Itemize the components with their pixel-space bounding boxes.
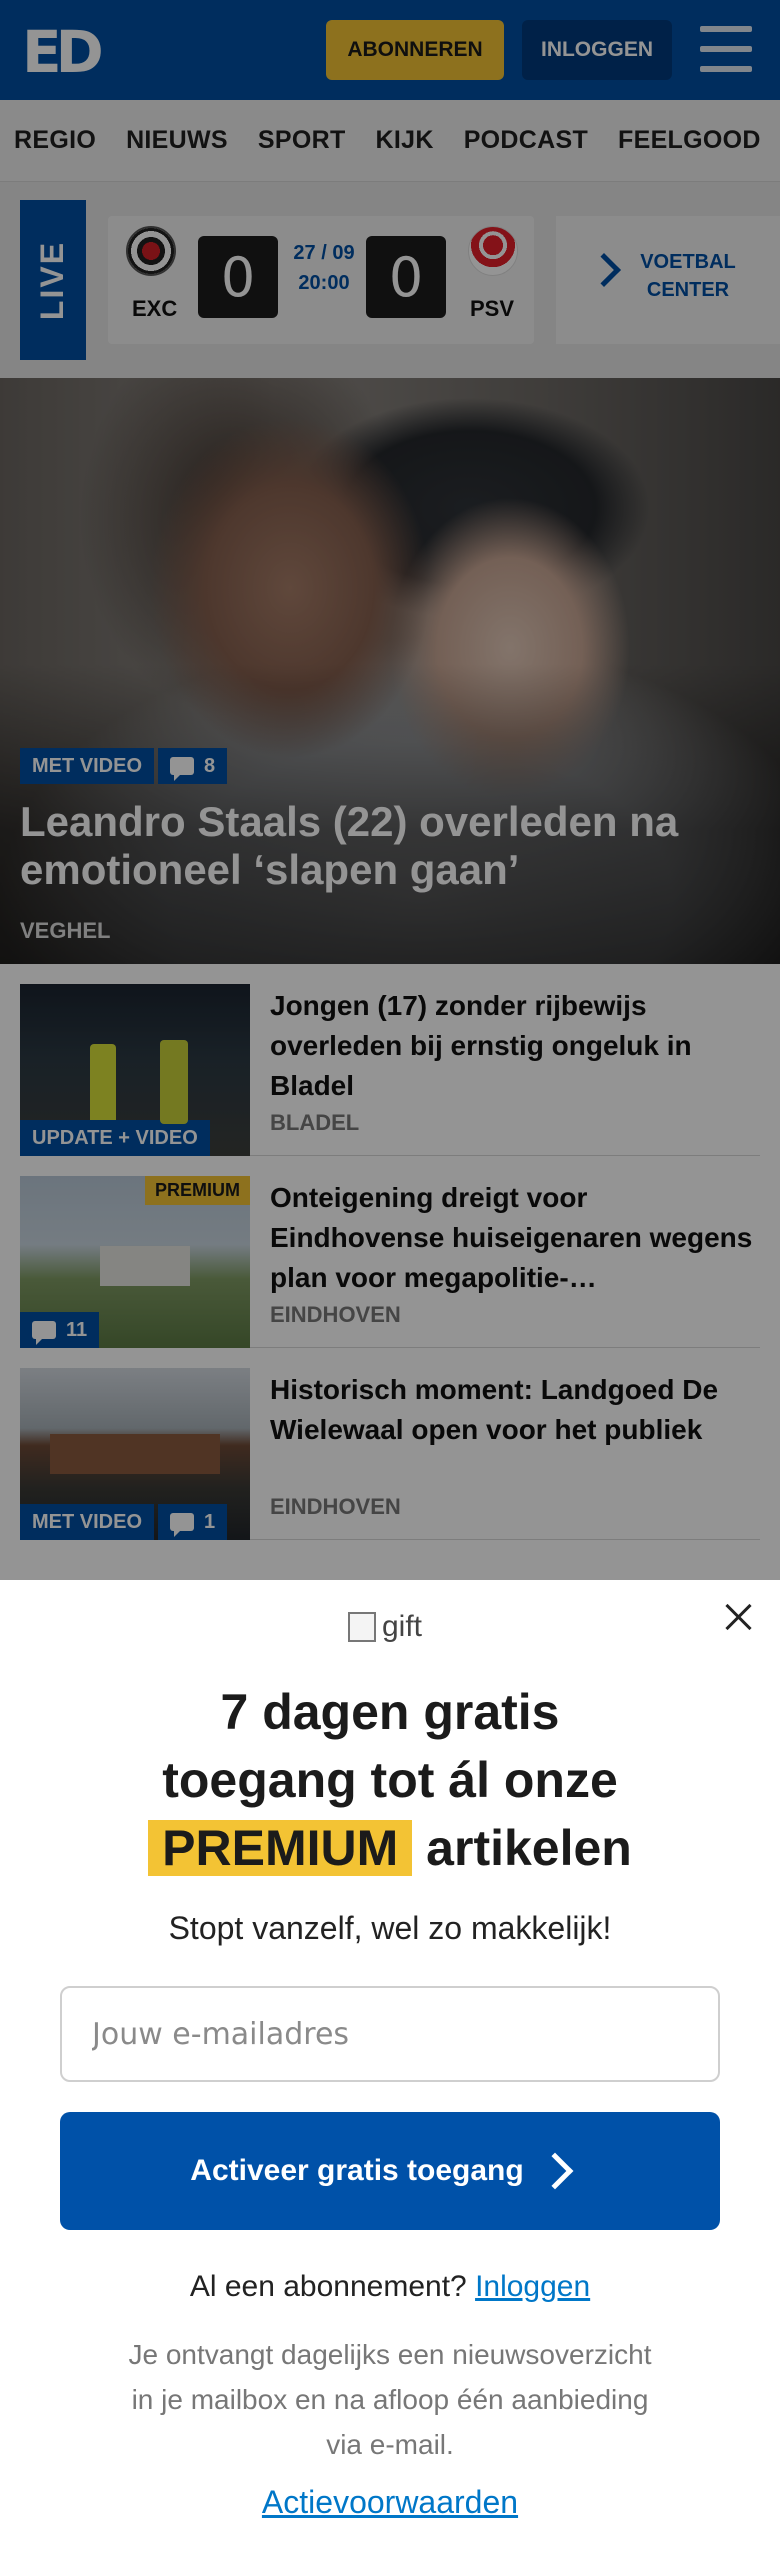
page-dim-overlay[interactable] bbox=[0, 0, 780, 1580]
email-field[interactable] bbox=[60, 1986, 720, 2082]
premium-highlight: PREMIUM bbox=[148, 1820, 413, 1876]
gift-icon: gift bbox=[348, 1610, 422, 1644]
close-icon[interactable] bbox=[724, 1602, 754, 1632]
modal-subtitle: Stopt vanzelf, wel zo makkelijk! bbox=[168, 1910, 612, 1946]
premium-trial-modal: gift 7 dagen gratis toegang tot ál onze … bbox=[0, 1580, 780, 2560]
arrow-right-icon bbox=[541, 2123, 590, 2219]
modal-heading: 7 dagen gratis toegang tot ál onze PREMI… bbox=[40, 1678, 740, 1882]
existing-subscription-text: Al een abonnement? Inloggen bbox=[189, 2270, 591, 2303]
terms-link[interactable]: Actievoorwaarden bbox=[40, 2484, 740, 2521]
activate-trial-button[interactable]: Activeer gratis toegang bbox=[60, 2112, 720, 2230]
login-link[interactable]: Inloggen bbox=[475, 2270, 590, 2303]
newsletter-notice: Je ontvangt dagelijks een nieuwsoverzich… bbox=[128, 2339, 652, 2460]
